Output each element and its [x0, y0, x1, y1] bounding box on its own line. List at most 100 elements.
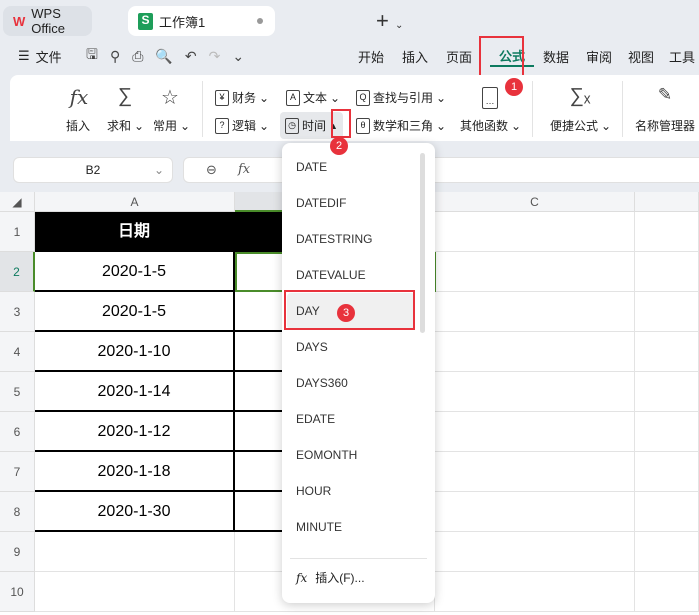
function-item-edate[interactable]: EDATE [287, 401, 415, 437]
tab-tools[interactable]: 工具 [662, 47, 699, 66]
math-icon: θ [356, 117, 370, 134]
cell-a10[interactable] [35, 572, 235, 612]
select-all-corner[interactable]: ◢ [0, 192, 35, 212]
label: 求和 [107, 119, 132, 133]
cell-c7[interactable] [435, 452, 635, 492]
tab-workbook[interactable]: S 工作簿1 [128, 6, 275, 36]
cell-d4[interactable] [635, 332, 699, 372]
cell-a4[interactable]: 2020-1-10 [35, 332, 235, 372]
other-functions-button[interactable]: 其他函数 ⌄ [460, 117, 521, 134]
new-tab-button[interactable]: + ⌄ [376, 8, 403, 34]
redo-icon[interactable]: ↷ [209, 48, 221, 65]
step-badge-3: 3 [337, 304, 355, 322]
tab-data[interactable]: 数据 [534, 47, 578, 66]
cell-a9[interactable] [35, 532, 235, 572]
chevron-down-icon[interactable]: ⌄ [232, 48, 244, 65]
math-button[interactable]: θ 数学和三角 ⌄ [356, 117, 446, 134]
cell-d6[interactable] [635, 412, 699, 452]
cell-a3[interactable]: 2020-1-5 [35, 292, 235, 332]
logic-button[interactable]: ? 逻辑 ⌄ [215, 117, 269, 134]
cell-c9[interactable] [435, 532, 635, 572]
cell-c8[interactable] [435, 492, 635, 532]
column-header-a[interactable]: A [35, 192, 235, 212]
cell-d3[interactable] [635, 292, 699, 332]
cell-a8[interactable]: 2020-1-30 [35, 492, 235, 532]
cell-d8[interactable] [635, 492, 699, 532]
highlight-formula-tab [479, 36, 524, 78]
cell-d7[interactable] [635, 452, 699, 492]
cell-c4[interactable] [435, 332, 635, 372]
tab-insert[interactable]: 插入 [402, 47, 446, 66]
divider [202, 81, 203, 137]
file-menu[interactable]: ☰ 文件 [18, 44, 62, 68]
share-icon[interactable]: ⚲ [110, 48, 120, 65]
cell-d5[interactable] [635, 372, 699, 412]
insert-function-button[interactable]: 插入 [66, 117, 90, 134]
label: 逻辑 [232, 119, 257, 133]
function-item-hour[interactable]: HOUR [287, 473, 415, 509]
tab-home[interactable]: 开始 [358, 47, 402, 66]
cell-d9[interactable] [635, 532, 699, 572]
cell-a7[interactable]: 2020-1-18 [35, 452, 235, 492]
autosum-button[interactable]: 求和 ⌄ [107, 117, 144, 134]
cell-a1[interactable]: 日期 [35, 212, 235, 252]
name-box[interactable]: B2 ⌄ [13, 157, 173, 183]
print-icon[interactable]: ⎙ [132, 48, 143, 65]
cell-c5[interactable] [435, 372, 635, 412]
lookup-button[interactable]: Q 查找与引用 ⌄ [356, 89, 446, 106]
row-header[interactable]: 10 [0, 572, 35, 612]
cell-d1[interactable] [635, 212, 699, 252]
save-icon[interactable]: 🖫 [86, 44, 98, 68]
finance-icon: ¥ [215, 89, 229, 106]
function-item-days360[interactable]: DAYS360 [287, 365, 415, 401]
row-header[interactable]: 6 [0, 412, 35, 452]
chevron-down-icon: ⌄ [153, 163, 164, 177]
function-item-datestring[interactable]: DATESTRING [287, 221, 415, 257]
cell-c10[interactable] [435, 572, 635, 612]
row-header[interactable]: 2 [0, 252, 35, 292]
cell-d10[interactable] [635, 572, 699, 612]
cell-a6[interactable]: 2020-1-12 [35, 412, 235, 452]
tab-view[interactable]: 视图 [620, 47, 662, 66]
row-header[interactable]: 4 [0, 332, 35, 372]
row-header[interactable]: 3 [0, 292, 35, 332]
print-preview-icon[interactable]: 🔍 [155, 48, 172, 65]
function-item-days[interactable]: DAYS [287, 329, 415, 365]
function-item-minute[interactable]: MINUTE [287, 509, 415, 545]
fx-icon[interactable]: fx [238, 162, 250, 177]
zoom-icon[interactable]: ⊖ [206, 162, 217, 178]
tab-review[interactable]: 审阅 [578, 47, 620, 66]
cell-c1[interactable] [435, 212, 635, 252]
cell-a2[interactable]: 2020-1-5 [35, 252, 235, 292]
scrollbar[interactable] [420, 153, 425, 333]
label: 数学和三角 [373, 119, 434, 133]
column-header-c[interactable]: C [435, 192, 635, 212]
cell-c2[interactable] [435, 252, 635, 292]
row-header[interactable]: 1 [0, 212, 35, 252]
undo-icon[interactable]: ↶ [185, 48, 197, 65]
text-button[interactable]: A 文本 ⌄ [286, 89, 340, 106]
function-item-eomonth[interactable]: EOMONTH [287, 437, 415, 473]
quick-formula-button[interactable]: 便捷公式 ⌄ [550, 117, 611, 134]
row-header[interactable]: 9 [0, 532, 35, 572]
step-badge-1: 1 [505, 78, 523, 96]
function-item-date[interactable]: DATE [287, 149, 415, 185]
label: 其他函数 [460, 119, 509, 133]
cell-a5[interactable]: 2020-1-14 [35, 372, 235, 412]
cell-c6[interactable] [435, 412, 635, 452]
cell-d2[interactable] [635, 252, 699, 292]
common-functions-button[interactable]: 常用 ⌄ [153, 117, 190, 134]
cell-c3[interactable] [435, 292, 635, 332]
column-header-d[interactable] [635, 192, 699, 212]
row-header[interactable]: 5 [0, 372, 35, 412]
function-item-datevalue[interactable]: DATEVALUE [287, 257, 415, 293]
name-manager-button[interactable]: 名称管理器 [635, 117, 695, 134]
finance-button[interactable]: ¥ 财务 ⌄ [215, 89, 269, 106]
insert-function-item[interactable]: fx 插入(F)... [296, 569, 365, 586]
row-header[interactable]: 8 [0, 492, 35, 532]
tab-wps-office[interactable]: W WPS Office [3, 6, 92, 36]
function-item-datedif[interactable]: DATEDIF [287, 185, 415, 221]
formula-bar[interactable]: ⊖ fx [183, 157, 699, 183]
row-header[interactable]: 7 [0, 452, 35, 492]
menu-icon: ☰ [18, 48, 30, 63]
